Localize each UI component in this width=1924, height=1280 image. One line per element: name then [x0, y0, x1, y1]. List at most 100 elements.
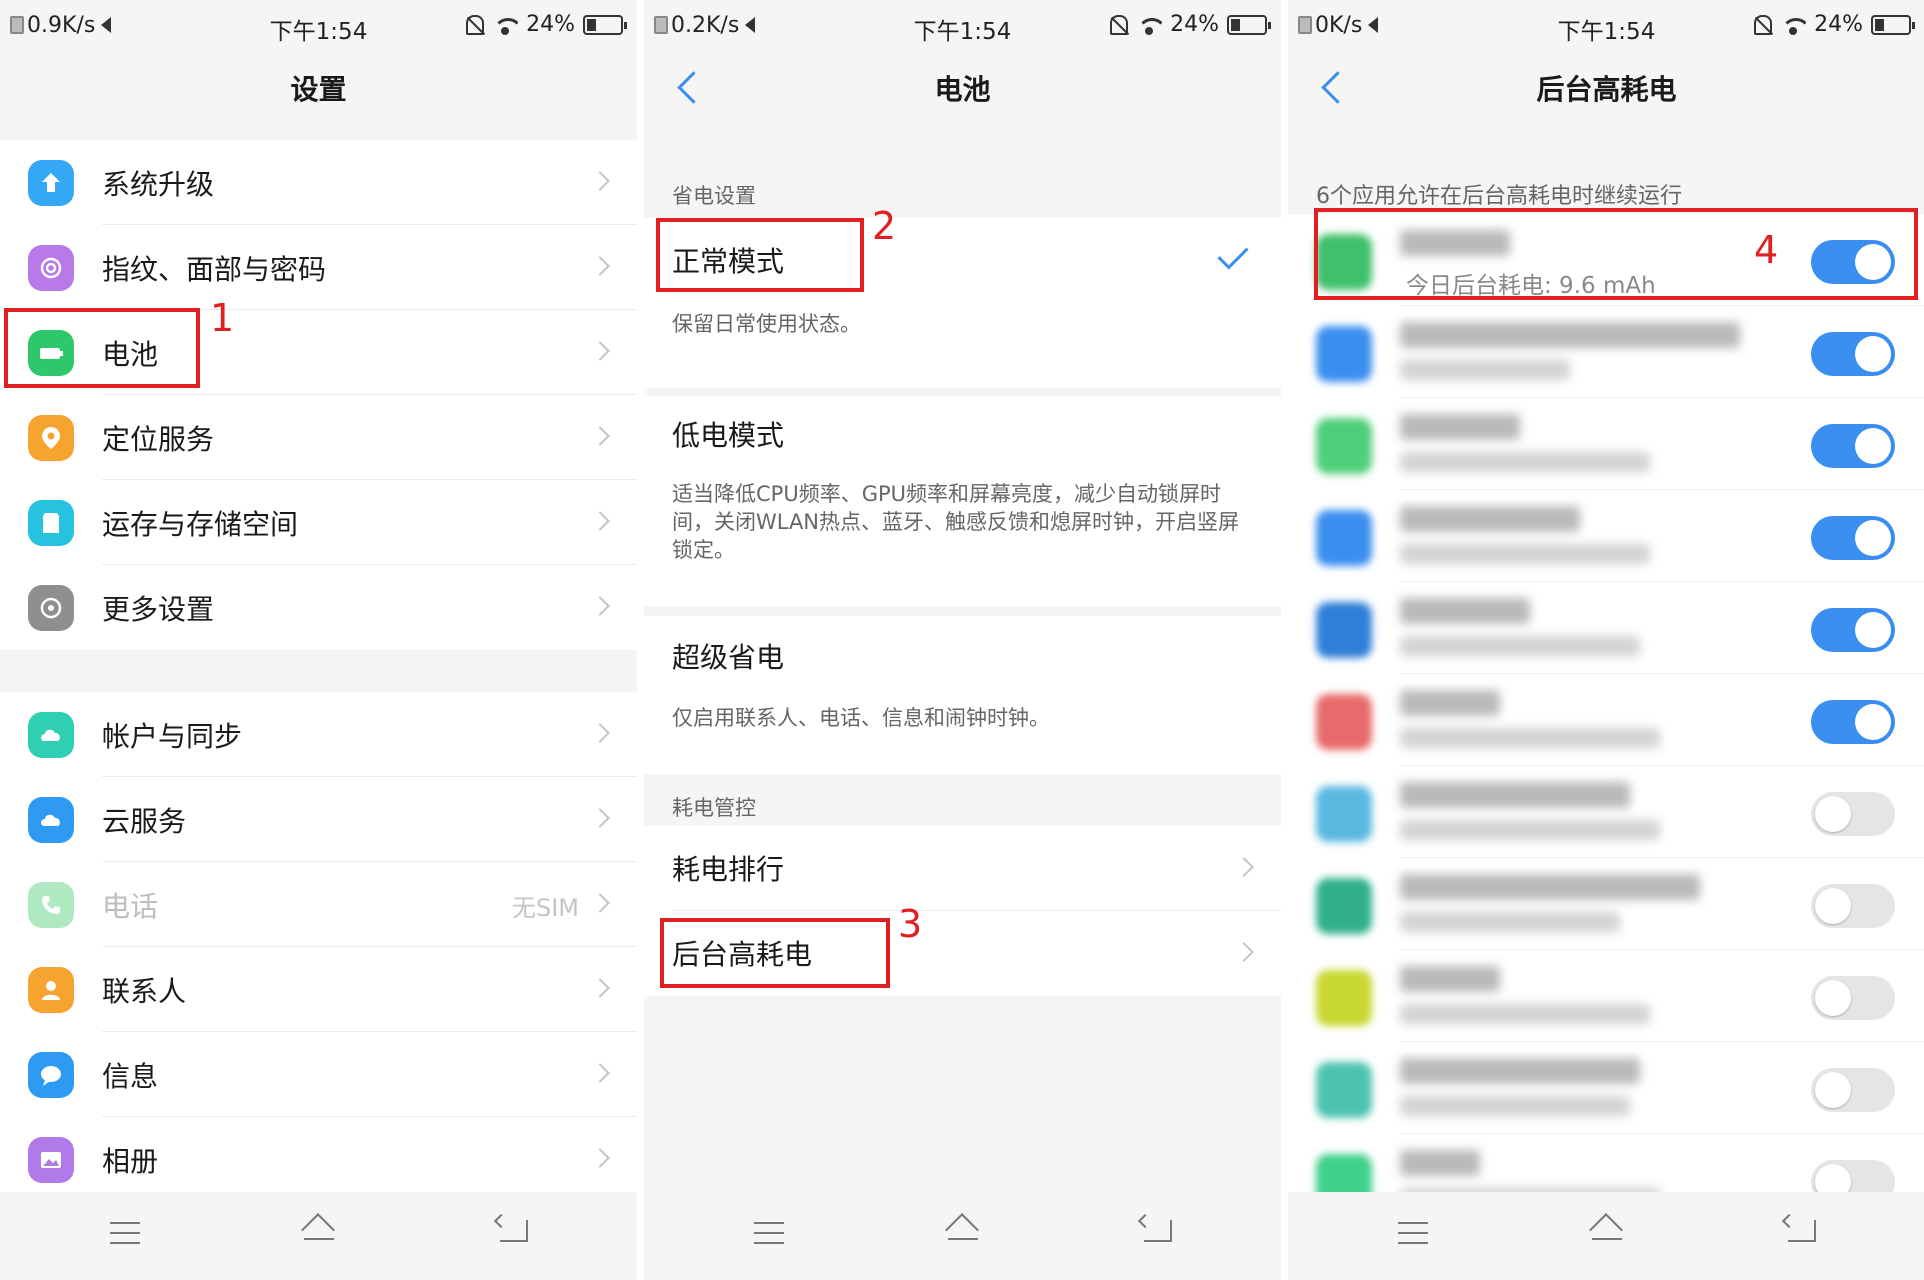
- settings-group-2: 帐户与同步 云服务 电话 无SIM 联系人 信息 相册: [0, 692, 637, 1202]
- app-row: [1288, 306, 1924, 398]
- app-row: [1288, 398, 1924, 490]
- settings-item-system-update[interactable]: 系统升级: [0, 140, 637, 225]
- bottom-nav: [0, 1192, 637, 1280]
- settings-item-messages[interactable]: 信息: [0, 1032, 637, 1117]
- app-icon: [1316, 786, 1372, 842]
- settings-item-storage[interactable]: 运存与存储空间: [0, 480, 637, 565]
- battery-screen: 0.2K/s 下午1:54 24% 电池 省电设置 正常模式 保留日常使用状态。…: [644, 0, 1281, 1280]
- annotation-number-4: 4: [1754, 228, 1779, 272]
- cloud-icon: [28, 797, 74, 843]
- app-icon: [1316, 510, 1372, 566]
- settings-item-cloud[interactable]: 云服务: [0, 777, 637, 862]
- chevron-right-icon: [590, 723, 610, 743]
- app-icon: [1316, 418, 1372, 474]
- chevron-right-icon: [590, 596, 610, 616]
- bottom-nav: [644, 1192, 1281, 1280]
- account-sync-icon: [28, 712, 74, 758]
- background-run-toggle[interactable]: [1811, 884, 1895, 928]
- message-icon: [28, 1052, 74, 1098]
- chevron-right-icon: [590, 426, 610, 446]
- app-subtitle-redacted: [1400, 912, 1620, 932]
- battery-status-icon: [583, 14, 627, 35]
- battery-status-icon: [1871, 14, 1915, 35]
- app-row: [1288, 674, 1924, 766]
- settings-item-more[interactable]: 更多设置: [0, 565, 637, 650]
- no-sim-label: 无SIM: [511, 894, 579, 922]
- settings-item-fingerprint[interactable]: 指纹、面部与密码: [0, 225, 637, 310]
- app-icon: [1316, 878, 1372, 934]
- chevron-right-icon: [590, 1063, 610, 1083]
- gallery-icon: [28, 1137, 74, 1183]
- app-icon: [1316, 970, 1372, 1026]
- app-name-redacted: [1400, 782, 1630, 808]
- normal-mode-desc: 保留日常使用状态。: [672, 312, 861, 336]
- app-subtitle-redacted: [1400, 820, 1660, 840]
- app-name-redacted: [1400, 322, 1740, 348]
- settings-item-gallery[interactable]: 相册: [0, 1117, 637, 1202]
- wifi-icon: [1780, 15, 1807, 35]
- chevron-right-icon: [590, 893, 610, 913]
- app-name-redacted: [1400, 598, 1530, 624]
- app-name-redacted: [1400, 1058, 1640, 1084]
- back-nav-icon[interactable]: [500, 1220, 528, 1242]
- app-subtitle-redacted: [1400, 1096, 1630, 1116]
- chevron-right-icon: [590, 978, 610, 998]
- page-title: 设置: [290, 73, 347, 106]
- section-power-control: 耗电管控: [672, 796, 756, 820]
- status-bar: 0K/s 下午1:54 24%: [1288, 0, 1924, 50]
- chevron-right-icon: [1234, 942, 1254, 962]
- annotation-number-1: 1: [210, 296, 235, 340]
- background-run-toggle[interactable]: [1811, 332, 1895, 376]
- item-power-ranking[interactable]: 耗电排行: [644, 826, 1281, 911]
- gear-icon: [28, 585, 74, 631]
- high-background-power-screen: 0K/s 下午1:54 24% 后台高耗电 6个应用允许在后台高耗电时继续运行 …: [1288, 0, 1924, 1280]
- background-run-toggle[interactable]: [1811, 976, 1895, 1020]
- app-icon: [1316, 694, 1372, 750]
- settings-item-location[interactable]: 定位服务: [0, 395, 637, 480]
- home-icon[interactable]: [944, 1216, 982, 1246]
- back-nav-icon[interactable]: [1788, 1220, 1816, 1242]
- back-nav-icon[interactable]: [1144, 1220, 1172, 1242]
- background-run-toggle[interactable]: [1811, 424, 1895, 468]
- mute-bell-icon: [1110, 14, 1129, 35]
- settings-item-contacts[interactable]: 联系人: [0, 947, 637, 1032]
- home-icon[interactable]: [1588, 1216, 1626, 1246]
- home-icon[interactable]: [300, 1216, 338, 1246]
- app-subtitle-redacted: [1400, 544, 1650, 564]
- wifi-icon: [1136, 15, 1163, 35]
- app-subtitle-redacted: [1400, 636, 1640, 656]
- app-icon: [1316, 326, 1372, 382]
- status-bar: 0.2K/s 下午1:54 24%: [644, 0, 1281, 50]
- background-run-toggle[interactable]: [1811, 1068, 1895, 1112]
- app-row: [1288, 766, 1924, 858]
- option-low-power-mode[interactable]: 低电模式 适当降低CPU频率、GPU频率和屏幕亮度，减少自动锁屏时间，关闭WLA…: [644, 396, 1281, 606]
- menu-icon[interactable]: [110, 1222, 140, 1244]
- menu-icon[interactable]: [754, 1222, 784, 1244]
- checkmark-icon: [1217, 238, 1249, 270]
- location-pin-icon: [28, 415, 74, 461]
- battery-percent: 24%: [1170, 12, 1219, 37]
- page-title: 后台高耗电: [1536, 73, 1677, 106]
- mute-bell-icon: [466, 14, 485, 35]
- background-run-toggle[interactable]: [1811, 700, 1895, 744]
- app-row: [1288, 858, 1924, 950]
- app-name-redacted: [1400, 690, 1500, 716]
- menu-icon[interactable]: [1398, 1222, 1428, 1244]
- background-run-toggle[interactable]: [1811, 516, 1895, 560]
- app-row: [1288, 490, 1924, 582]
- settings-item-phone[interactable]: 电话 无SIM: [0, 862, 637, 947]
- allowed-apps-caption: 6个应用允许在后台高耗电时继续运行: [1316, 184, 1682, 209]
- page-header: 设置: [0, 50, 637, 124]
- background-run-toggle[interactable]: [1811, 792, 1895, 836]
- settings-item-account-sync[interactable]: 帐户与同步: [0, 692, 637, 777]
- background-run-toggle[interactable]: [1811, 608, 1895, 652]
- option-super-saver[interactable]: 超级省电 仅启用联系人、电话、信息和闹钟时钟。: [644, 616, 1281, 774]
- annotation-number-2: 2: [872, 204, 897, 248]
- phone-icon: [28, 882, 74, 928]
- storage-icon: [28, 500, 74, 546]
- super-saver-label: 超级省电: [672, 641, 785, 674]
- chevron-right-icon: [590, 341, 610, 361]
- chevron-right-icon: [590, 171, 610, 191]
- annotation-box-2: [656, 218, 864, 292]
- low-mode-desc: 适当降低CPU频率、GPU频率和屏幕亮度，减少自动锁屏时间，关闭WLAN热点、蓝…: [672, 482, 1240, 562]
